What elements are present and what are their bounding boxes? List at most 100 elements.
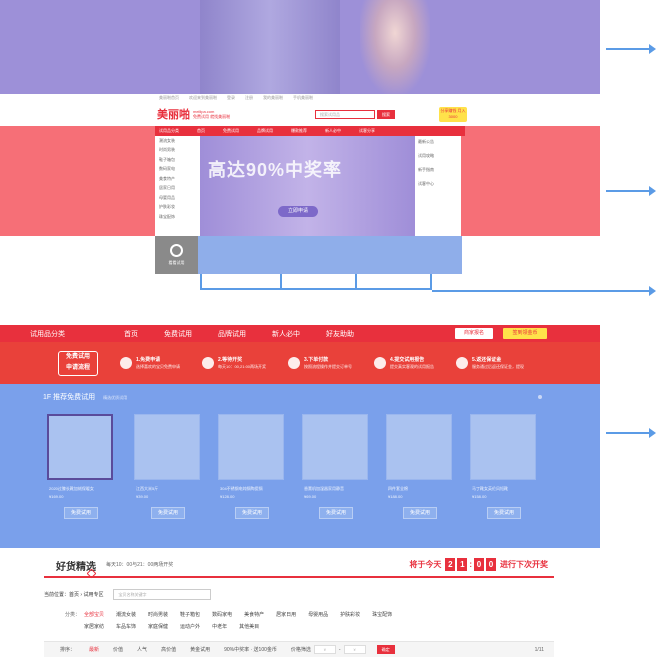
category-option[interactable]: 其他美目 — [239, 623, 259, 630]
arrow-right-icon — [606, 186, 656, 196]
product-price: ¥39.00 — [136, 494, 149, 499]
product-name[interactable]: 江西大米5斤 — [136, 486, 211, 492]
flow-title: 免费试用 申请流程 — [58, 350, 98, 376]
promo-badge[interactable]: 分享赚钱 月入3000 — [439, 107, 467, 122]
sort-option-gold[interactable]: 黄金试用 — [190, 646, 210, 653]
carousel-dot[interactable] — [538, 395, 542, 399]
sort-option-popular[interactable]: 人气 — [137, 646, 147, 653]
sort-option-newest[interactable]: 最新 — [89, 646, 99, 653]
history-tile[interactable]: 看看试用 — [155, 236, 198, 274]
category-option[interactable]: 母婴用品 — [308, 611, 328, 618]
top-search-button[interactable]: 搜索 — [377, 110, 395, 119]
category-option[interactable]: 鞋子箱包 — [180, 611, 200, 618]
clock-icon — [170, 244, 183, 257]
small-category-item[interactable]: 母婴用品 — [155, 193, 200, 203]
product-image[interactable] — [47, 414, 113, 480]
price-from-input[interactable]: ¥ — [313, 645, 336, 654]
free-trial-button[interactable]: 免费试用 — [403, 507, 437, 519]
small-category-item[interactable]: 居家日用 — [155, 184, 200, 194]
small-category-item[interactable]: 护肤彩妆 — [155, 203, 200, 213]
category-option[interactable]: 居家日用 — [276, 611, 296, 618]
right-panel-item[interactable]: 试用攻略 — [418, 153, 458, 159]
product-image[interactable] — [302, 414, 368, 480]
small-nav-item[interactable]: 新人必中 — [325, 128, 341, 134]
product-image[interactable] — [386, 414, 452, 480]
product-image[interactable] — [218, 414, 284, 480]
small-category-item[interactable]: 潮流女装 — [155, 136, 200, 146]
free-trial-button[interactable]: 免费试用 — [151, 507, 185, 519]
category-option[interactable]: 时尚男装 — [148, 611, 168, 618]
step-icon — [120, 357, 132, 369]
hero-banner[interactable]: 高达90%中奖率 立即申请 — [200, 136, 415, 236]
top-link[interactable]: 注册 — [245, 95, 253, 101]
product-image[interactable] — [470, 414, 536, 480]
category-option[interactable]: 运动户外 — [180, 623, 200, 630]
category-option[interactable]: 全部宝贝 — [84, 611, 104, 618]
product-card[interactable]: 香薰机加湿器家用静音 ¥69.00 免费试用 — [299, 414, 379, 534]
product-card[interactable]: 马丁靴女英伦风短靴 ¥158.00 免费试用 — [467, 414, 547, 534]
small-nav-item[interactable]: 免费试用 — [223, 128, 239, 134]
right-panel-item[interactable]: 最新公告 — [418, 139, 458, 145]
nav-category-button[interactable]: 试用品分类 — [0, 325, 110, 342]
free-trial-button[interactable]: 免费试用 — [319, 507, 353, 519]
product-card[interactable]: 四件套全棉 ¥188.00 免费试用 — [383, 414, 463, 534]
sort-option-value[interactable]: 价值 — [113, 646, 123, 653]
site-logo[interactable]: 美丽啪 — [157, 106, 190, 122]
keyword-search-input[interactable]: 宝贝名称关键字 — [113, 589, 212, 600]
top-banner-overlay — [0, 0, 600, 94]
product-card[interactable]: 江西大米5斤 ¥39.00 免费试用 — [131, 414, 211, 534]
product-name[interactable]: 马丁靴女英伦风短靴 — [472, 486, 547, 492]
small-nav-item[interactable]: 爆款推荐 — [291, 128, 307, 134]
merchant-signup-button[interactable]: 商家报名 — [455, 328, 493, 339]
product-name[interactable]: 四件套全棉 — [388, 486, 463, 492]
free-trial-button[interactable]: 免费试用 — [487, 507, 521, 519]
small-nav-item[interactable]: 试用品分类 — [159, 128, 179, 134]
product-card[interactable]: 304不锈钢电炖锅陶瓷锅 ¥128.00 免费试用 — [215, 414, 295, 534]
price-to-input[interactable]: ¥ — [343, 645, 366, 654]
price-confirm-button[interactable]: 确定 — [376, 645, 395, 654]
free-trial-button[interactable]: 免费试用 — [64, 507, 98, 519]
sort-option-win-rate[interactable]: 90%中奖率 · 送100金币 — [224, 646, 277, 653]
nav-item-free-trial[interactable]: 免费试用 — [164, 329, 192, 339]
free-trial-button[interactable]: 免费试用 — [235, 507, 269, 519]
small-nav-item[interactable]: 首页 — [197, 128, 205, 134]
nav-item-friend[interactable]: 好友助助 — [326, 329, 354, 339]
small-nav-item[interactable]: 品牌试用 — [257, 128, 273, 134]
product-image[interactable] — [134, 414, 200, 480]
category-option[interactable]: 美食特产 — [244, 611, 264, 618]
bracket-connector — [200, 274, 432, 290]
small-category-item[interactable]: 美食特产 — [155, 174, 200, 184]
small-category-item[interactable]: 珠宝配饰 — [155, 212, 200, 222]
top-link[interactable]: 登录 — [227, 95, 235, 101]
nav-item-brand-trial[interactable]: 品牌试用 — [218, 329, 246, 339]
category-option[interactable]: 护肤彩妆 — [340, 611, 360, 618]
product-card[interactable]: 2020过膝长靴加绒保暖女 ¥169.00 免费试用 — [44, 414, 124, 534]
category-option[interactable]: 珠宝配饰 — [372, 611, 392, 618]
small-category-item[interactable]: 时尚男装 — [155, 146, 200, 156]
small-nav-item[interactable]: 试客分享 — [359, 128, 375, 134]
small-category-item[interactable]: 数码家电 — [155, 165, 200, 175]
nav-item-newcomer[interactable]: 新人必中 — [272, 329, 300, 339]
nav-item-home[interactable]: 首页 — [124, 329, 138, 339]
right-panel-item[interactable]: 试客中心 — [418, 181, 458, 187]
small-category-item[interactable]: 鞋子箱包 — [155, 155, 200, 165]
category-option[interactable]: 潮流女装 — [116, 611, 136, 618]
breadcrumb-path[interactable]: 首页 › 试用专区 — [69, 591, 103, 598]
sort-option-high-value[interactable]: 高价值 — [161, 646, 176, 653]
category-option[interactable]: 家居家纺 — [84, 623, 104, 630]
right-panel-item[interactable]: 新手指南 — [418, 167, 458, 173]
top-link[interactable]: 我的美丽啪 — [263, 95, 283, 101]
top-link[interactable]: 手机美丽啪 — [293, 95, 313, 101]
category-option[interactable]: 车品车饰 — [116, 623, 136, 630]
product-name[interactable]: 2020过膝长靴加绒保暖女 — [49, 486, 124, 492]
arrow-right-icon — [606, 428, 656, 438]
top-link[interactable]: 美丽啪首页 — [159, 95, 179, 101]
checkin-gold-button[interactable]: 签到领金币 — [503, 328, 547, 339]
product-name[interactable]: 香薰机加湿器家用静音 — [304, 486, 379, 492]
category-option[interactable]: 数码家电 — [212, 611, 232, 618]
category-option[interactable]: 家庭保健 — [148, 623, 168, 630]
product-name[interactable]: 304不锈钢电炖锅陶瓷锅 — [220, 486, 295, 492]
hero-apply-button[interactable]: 立即申请 — [278, 206, 318, 217]
top-search-input[interactable]: 搜索试用品 — [315, 110, 375, 119]
category-option[interactable]: 中老年 — [212, 623, 227, 630]
